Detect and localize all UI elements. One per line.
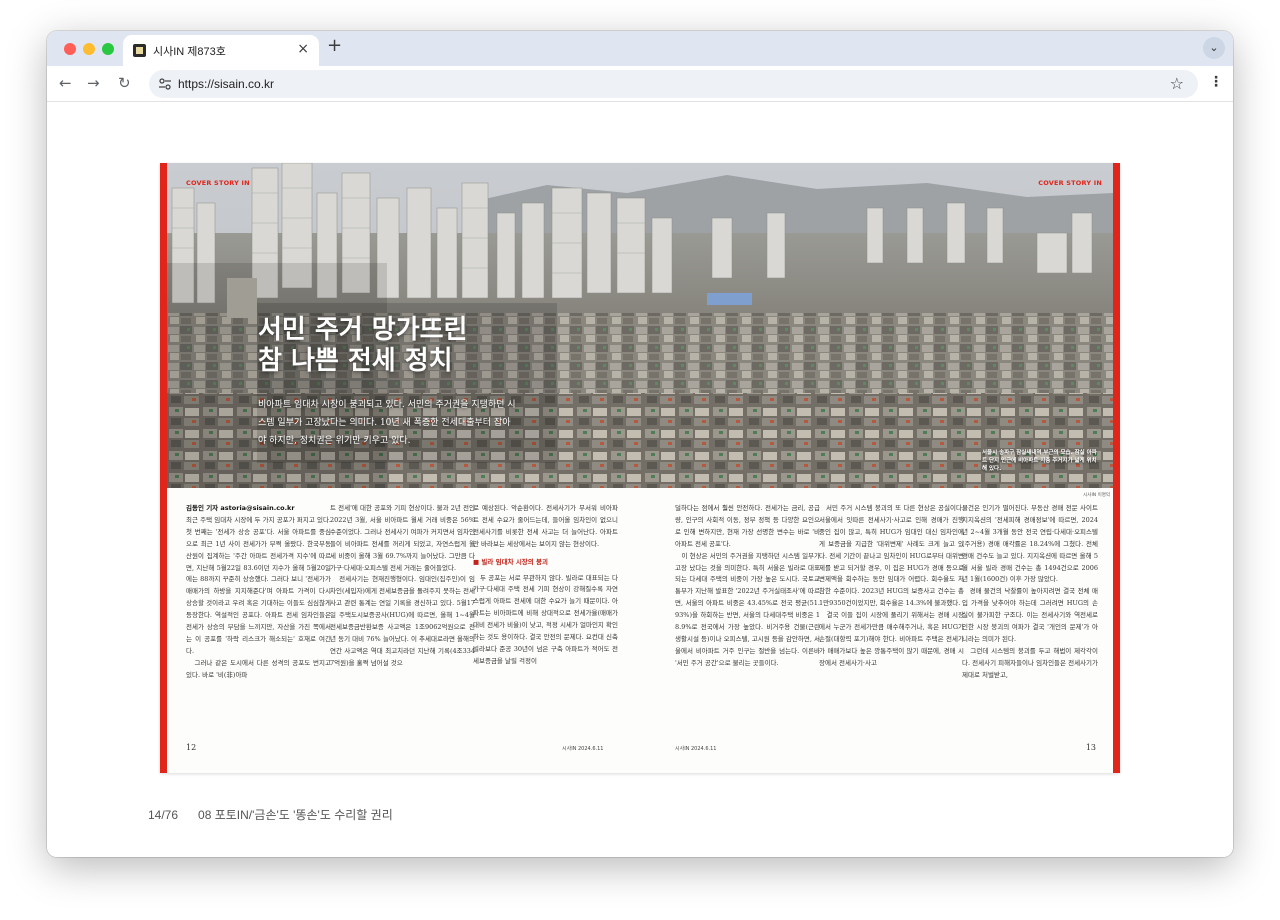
column-1-text: 최근 주택 임대차 시장에 두 가지 공포가 퍼지고 있다. 첫 번째는 '전세… (186, 515, 331, 679)
column-6-text: 물건은 인기가 떨어진다. 부동산 경매 전문 사이트 지지옥션의 '전세피해 … (962, 504, 1098, 679)
body-column-1: 김동인 기자 astoria@sisain.co.kr 최근 주택 임대차 시장… (186, 503, 331, 735)
viewer-footer: 14/76 08 포토IN/'금손'도 '똥손'도 수리할 권리 (148, 806, 393, 823)
article-title-link[interactable]: 08 포토IN/'금손'도 '똥손'도 수리할 권리 (198, 808, 393, 822)
address-bar[interactable]: https://sisain.co.kr ☆ (149, 70, 1198, 98)
page-number-left: 12 (186, 743, 197, 752)
column-3-text: 로 예상된다. 악순환이다. 전세사기가 무서워 비아파트 전세 수요가 줄어드… (473, 504, 618, 548)
tab-search-chevron-icon[interactable]: ⌄ (1203, 37, 1225, 59)
reload-button[interactable]: ↻ (118, 74, 131, 92)
byline: 김동인 기자 astoria@sisain.co.kr (186, 504, 295, 512)
page-counter: 14/76 (148, 808, 179, 822)
body-column-5: 서민 주거 시스템 붕괴의 또 다른 현상은 공실이다. 서울에서 잇따른 전세… (819, 503, 964, 735)
magazine-viewer: COVER STORY IN COVER STORY IN 서민 주거 망가뜨린… (47, 102, 1233, 857)
page-number-right: 13 (1085, 743, 1096, 752)
body-column-6: 물건은 인기가 떨어진다. 부동산 경매 전문 사이트 지지옥션의 '전세피해 … (962, 503, 1098, 735)
maximize-window-button[interactable] (102, 43, 114, 55)
column-3b-text: 두 공포는 서로 무관하지 않다. 빌라로 대표되는 다가구·다세대 주택 전세… (473, 573, 618, 665)
back-button[interactable]: ← (59, 74, 72, 92)
body-column-3: 로 예상된다. 악순환이다. 전세사기가 무서워 비아파트 전세 수요가 줄어드… (473, 503, 618, 735)
close-window-button[interactable] (64, 43, 76, 55)
article-headline: 서민 주거 망가뜨린 참 나쁜 전세 정치 (258, 315, 467, 377)
tab-strip: 시사IN 제873호 × + ⌄ (47, 31, 1233, 66)
column-4-text: 덜하다는 점에서 훨씬 안전하다. 전세가는 금리, 공급량, 인구의 사회적 … (675, 504, 820, 667)
minimize-window-button[interactable] (83, 43, 95, 55)
cover-story-tag-left: COVER STORY IN (186, 179, 250, 187)
headline-line-2: 참 나쁜 전세 정치 (258, 346, 453, 376)
site-info-icon[interactable] (157, 76, 173, 92)
left-page-accent-bar (160, 163, 167, 773)
browser-toolbar: ← → ↻ https://sisain.co.kr ☆ ⋮ (47, 66, 1233, 102)
section-subhead: ■ 빌라 임대차 시장의 붕괴 (473, 557, 548, 566)
active-tab[interactable]: 시사IN 제873호 × (123, 35, 319, 66)
right-page-accent-bar (1113, 163, 1120, 773)
new-tab-button[interactable]: + (327, 37, 342, 55)
tab-close-icon[interactable]: × (297, 42, 309, 56)
running-footer-left: 시사IN 2024.6.11 (562, 746, 604, 752)
photo-credit: 시사IN 이명익 (1083, 493, 1110, 498)
site-favicon-icon (133, 44, 146, 57)
running-footer-right: 시사IN 2024.6.11 (675, 746, 717, 752)
headline-line-1: 서민 주거 망가뜨린 (258, 315, 468, 345)
column-5-text: 서민 주거 시스템 붕괴의 또 다른 현상은 공실이다. 서울에서 잇따른 전세… (819, 504, 964, 667)
bookmark-star-icon[interactable]: ☆ (1170, 74, 1184, 93)
article-deck: 비아파트 임대차 시장이 붕괴되고 있다. 서민의 주거권을 지탱하던 시스템 … (258, 400, 516, 446)
body-column-2: 트 전세'에 대한 공포와 기피 현상이다. 불과 2년 전인 2022년 3월… (330, 503, 475, 735)
url-text[interactable]: https://sisain.co.kr (178, 77, 274, 91)
body-column-4: 덜하다는 점에서 훨씬 안전하다. 전세가는 금리, 공급량, 인구의 사회적 … (675, 503, 820, 735)
cover-story-tag-right: COVER STORY IN (1038, 179, 1102, 187)
magazine-spread: COVER STORY IN COVER STORY IN 서민 주거 망가뜨린… (160, 163, 1120, 773)
photo-caption: 서울시 송파구 잠실새내역 부근의 모습. 잠실 아파트 단지 인근에 비아파트… (982, 450, 1097, 472)
column-2-text: 트 전세'에 대한 공포와 기피 현상이다. 불과 2년 전인 2022년 3월… (330, 504, 475, 667)
browser-menu-icon[interactable]: ⋮ (1209, 75, 1223, 89)
forward-button[interactable]: → (87, 74, 100, 92)
tab-title: 시사IN 제873호 (153, 46, 226, 58)
browser-window: 시사IN 제873호 × + ⌄ ← → ↻ https://sisain.co… (47, 31, 1233, 857)
